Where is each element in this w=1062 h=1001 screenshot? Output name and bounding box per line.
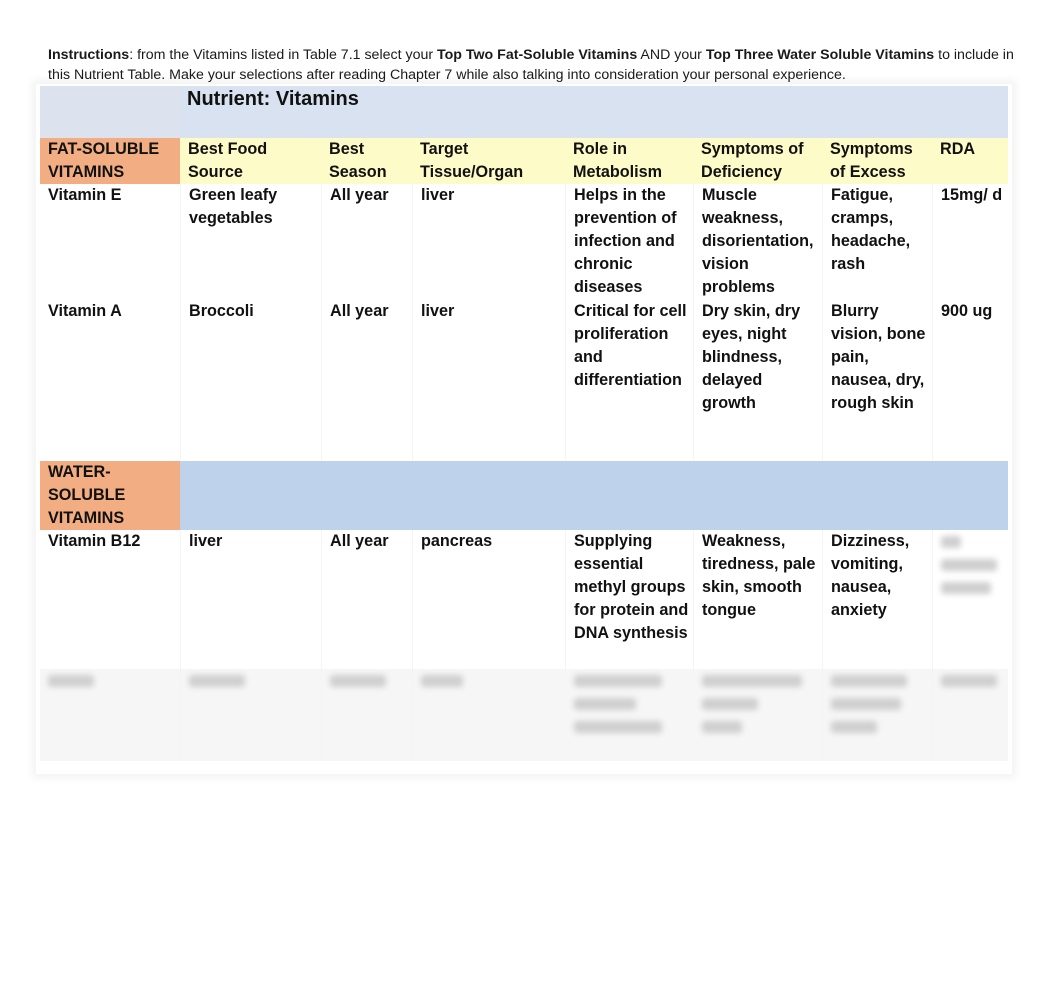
blurred-text	[421, 675, 463, 687]
blurred-text	[941, 675, 997, 687]
deficiency-symptoms: Weakness, tiredness, pale skin, smooth t…	[693, 530, 822, 669]
blurred-cell	[932, 669, 1008, 761]
fat-soluble-category-label: FAT-SOLUBLE VITAMINS	[40, 138, 180, 184]
table-row: Vitamin A Broccoli All year liver Critic…	[40, 300, 1008, 461]
table-title-row: Nutrient: Vitamins	[40, 86, 1008, 138]
deficiency-symptoms: Dry skin, dry eyes, night blindness, del…	[693, 300, 822, 461]
blurred-cell	[180, 669, 321, 761]
nutrient-table: Nutrient: Vitamins FAT-SOLUBLE VITAMINS …	[40, 86, 1008, 761]
excess-symptoms: Dizziness, vomiting, nausea, anxiety	[822, 530, 932, 669]
col-header-target: Target Tissue/Organ	[420, 140, 524, 181]
vitamin-name: Vitamin B12	[48, 532, 141, 550]
col-header-season: Best Season	[329, 140, 387, 181]
blurred-cell	[40, 669, 180, 761]
blurred-text	[831, 721, 877, 733]
blurred-text	[189, 675, 245, 687]
instructions-paragraph: Instructions: from the Vitamins listed i…	[48, 45, 1028, 85]
col-header-rda: RDA	[940, 140, 976, 158]
rda: 15mg/ d	[932, 184, 1008, 300]
blurred-text	[574, 698, 636, 710]
blurred-text	[941, 582, 991, 594]
table-row: Vitamin E Green leafy vegetables All yea…	[40, 184, 1008, 300]
instructions-text-2: AND your	[637, 47, 706, 63]
vitamin-name: Vitamin E	[48, 186, 122, 204]
blurred-cell	[565, 669, 693, 761]
blurred-cell	[321, 669, 412, 761]
instructions-bold-1: Top Two Fat-Soluble Vitamins	[437, 47, 638, 63]
instructions-text-1: : from the Vitamins listed in Table 7.1 …	[129, 47, 438, 63]
metabolism-role: Supplying essential methyl groups for pr…	[565, 530, 693, 669]
target-organ: liver	[412, 184, 565, 300]
metabolism-role: Critical for cell proliferation and diff…	[565, 300, 693, 461]
vitamin-name: Vitamin A	[48, 302, 122, 320]
blurred-text	[831, 698, 901, 710]
blurred-text	[941, 559, 997, 571]
table-row-blurred	[40, 669, 1008, 761]
blurred-text	[702, 721, 742, 733]
water-soluble-section-row: WATER-SOLUBLE VITAMINS	[40, 461, 1008, 530]
water-soluble-category-label: WATER-SOLUBLE VITAMINS	[40, 461, 180, 530]
col-header-role: Role in Metabolism	[573, 140, 663, 181]
blurred-cell	[822, 669, 932, 761]
blurred-text	[702, 698, 758, 710]
excess-symptoms: Blurry vision, bone pain, nausea, dry, r…	[822, 300, 932, 461]
food-source: Green leafy vegetables	[180, 184, 321, 300]
blurred-cell	[693, 669, 822, 761]
col-header-excess: Symptoms of Excess	[830, 140, 913, 181]
col-header-food-source: Best Food Source	[188, 140, 268, 181]
rda: 900 ug	[932, 300, 1008, 461]
season: All year	[321, 530, 412, 669]
season: All year	[321, 184, 412, 300]
blurred-text	[48, 675, 94, 687]
table-header-row: FAT-SOLUBLE VITAMINS Best Food Source Be…	[40, 138, 1008, 184]
blurred-text	[702, 675, 802, 687]
instructions-label: Instructions	[48, 47, 130, 63]
deficiency-symptoms: Muscle weakness, disorientation, vision …	[693, 184, 822, 300]
food-source: Broccoli	[180, 300, 321, 461]
blurred-text	[574, 675, 662, 687]
metabolism-role: Helps in the prevention of infection and…	[565, 184, 693, 300]
title-blank-cell	[40, 86, 180, 138]
season: All year	[321, 300, 412, 461]
blurred-text	[574, 721, 662, 733]
target-organ: pancreas	[412, 530, 565, 669]
instructions-bold-2: Top Three Water Soluble Vitamins	[705, 47, 935, 63]
rda-blurred	[932, 530, 1008, 669]
table-title: Nutrient: Vitamins	[187, 88, 359, 110]
blurred-cell	[412, 669, 565, 761]
excess-symptoms: Fatigue, cramps, headache, rash	[822, 184, 932, 300]
table-row: Vitamin B12 liver All year pancreas Supp…	[40, 530, 1008, 669]
food-source: liver	[180, 530, 321, 669]
blurred-text	[941, 536, 961, 548]
blurred-text	[330, 675, 386, 687]
target-organ: liver	[412, 300, 565, 461]
col-header-deficiency: Symptoms of Deficiency	[701, 140, 804, 181]
blurred-text	[831, 675, 907, 687]
